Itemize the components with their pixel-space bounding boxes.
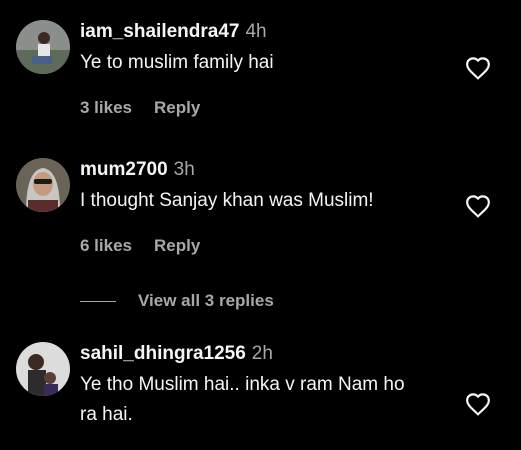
comment-meta: 6 likes Reply: [80, 236, 200, 256]
comment-header: iam_shailendra47 4h: [80, 20, 461, 44]
comment-text: Ye to muslim family hai: [80, 52, 274, 73]
username[interactable]: sahil_dhingra1256: [80, 343, 246, 364]
comment-body: sahil_dhingra1256 2h Ye tho Muslim hai.. …: [80, 342, 461, 430]
comment-body: iam_shailendra47 4h Ye to muslim family h…: [80, 20, 461, 78]
comment-meta: 3 likes Reply: [80, 98, 200, 118]
replies-divider-line: [80, 300, 116, 302]
avatar[interactable]: [16, 20, 70, 74]
comment-2: mum2700 3h I thought Sanjay khan was Musl…: [16, 158, 521, 268]
comment-body: mum2700 3h I thought Sanjay khan was Musl…: [80, 158, 461, 216]
heart-icon[interactable]: [465, 392, 491, 416]
likes-count[interactable]: 6 likes: [80, 236, 132, 255]
avatar[interactable]: [16, 342, 70, 396]
view-replies-label: View all 3 replies: [138, 291, 274, 310]
heart-icon[interactable]: [465, 194, 491, 218]
comment-header: mum2700 3h: [80, 158, 461, 182]
timestamp: 2h: [251, 343, 273, 364]
reply-button[interactable]: Reply: [154, 98, 200, 117]
reply-button[interactable]: Reply: [154, 236, 200, 255]
username[interactable]: mum2700: [80, 159, 168, 180]
comment-text: Ye tho Muslim hai.. inka v ram Nam ho ra…: [80, 374, 405, 425]
comment-text: I thought Sanjay khan was Muslim!: [80, 190, 374, 211]
avatar[interactable]: [16, 158, 70, 212]
view-replies-button[interactable]: View all 3 replies: [80, 291, 274, 311]
heart-icon[interactable]: [465, 56, 491, 80]
timestamp: 4h: [245, 21, 267, 42]
timestamp: 3h: [173, 159, 195, 180]
comment-1: iam_shailendra47 4h Ye to muslim family h…: [16, 20, 521, 130]
comment-header: sahil_dhingra1256 2h: [80, 342, 461, 366]
comment-3: sahil_dhingra1256 2h Ye tho Muslim hai.. …: [16, 342, 521, 442]
username[interactable]: iam_shailendra47: [80, 21, 239, 42]
likes-count[interactable]: 3 likes: [80, 98, 132, 117]
